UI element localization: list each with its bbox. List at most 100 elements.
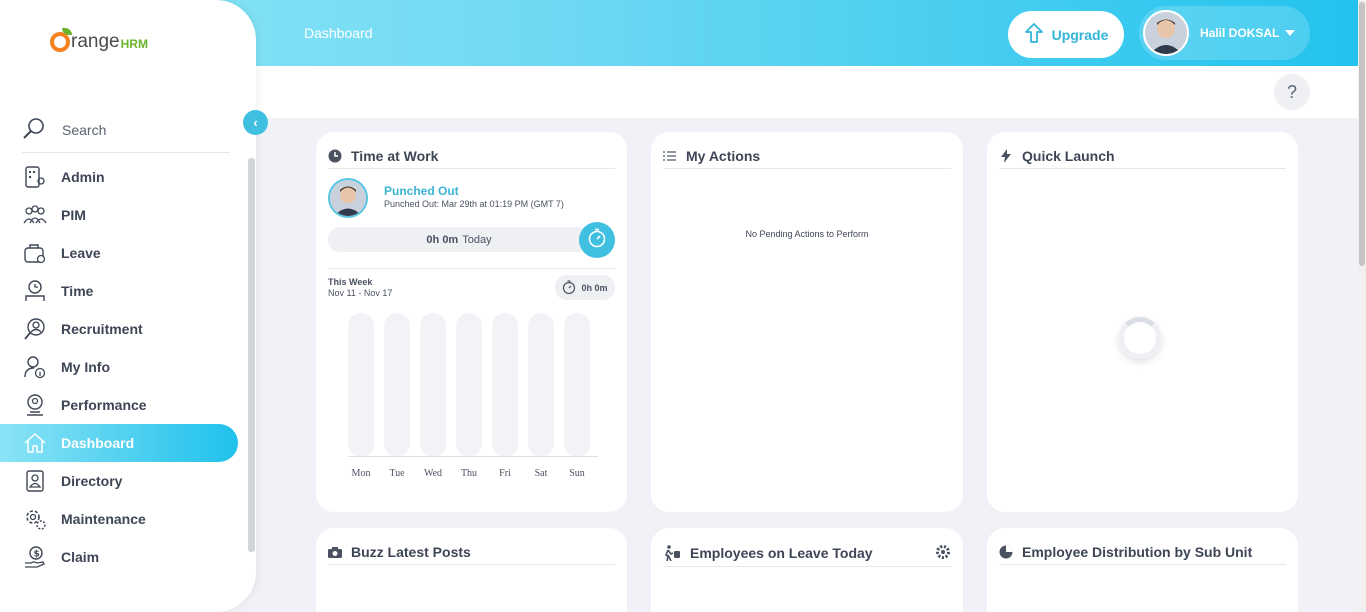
day-label: Mon	[351, 468, 371, 479]
sidebar-item-label: Performance	[61, 397, 147, 413]
logo-text: range	[71, 31, 120, 52]
sidebar-item-label: Directory	[61, 473, 123, 489]
lightning-icon	[999, 149, 1013, 163]
help-button[interactable]: ?	[1274, 74, 1310, 110]
sidebar-item-label: Maintenance	[61, 511, 146, 527]
day-bar	[492, 313, 518, 457]
card-header: Quick Launch	[999, 144, 1286, 169]
pim-icon	[22, 202, 48, 228]
sidebar-item-label: Dashboard	[61, 435, 135, 451]
day-label: Sun	[569, 468, 585, 479]
day-label: Sat	[534, 468, 548, 479]
page-scrollbar[interactable]	[1358, 0, 1366, 612]
page-scrollbar-thumb[interactable]	[1359, 2, 1365, 266]
search-label: Search	[62, 122, 107, 138]
day-bar	[348, 313, 374, 457]
sidebar-item-label: Claim	[61, 549, 100, 565]
user-name: Halil DOKSAL	[1200, 26, 1280, 40]
my-info-icon	[22, 354, 48, 380]
sidebar-scrollbar-thumb[interactable]	[248, 158, 255, 552]
orangehrm-logo: range HRM	[50, 28, 148, 52]
card-title: Employee Distribution by Sub Unit	[1022, 544, 1253, 560]
day-labels: Mon Tue Wed Thu Fri Sat Sun	[348, 468, 590, 479]
punch-in-button[interactable]	[579, 222, 615, 258]
recruitment-icon	[22, 316, 48, 342]
stopwatch-icon	[587, 228, 607, 253]
day-bar	[420, 313, 446, 457]
logo-brand: HRM	[120, 37, 148, 51]
admin-icon	[22, 164, 48, 190]
day-label: Tue	[389, 468, 405, 479]
weekly-bar-chart	[348, 313, 590, 457]
leave-icon	[22, 240, 48, 266]
today-total-bar: 0h 0m Today	[328, 227, 590, 252]
day-label: Thu	[460, 468, 478, 479]
sidebar-scrollbar[interactable]	[248, 158, 255, 552]
sidebar-item-directory[interactable]: Directory	[0, 462, 240, 500]
sidebar-item-my-info[interactable]: My Info	[0, 348, 240, 386]
card-header: Time at Work	[328, 144, 615, 169]
sidebar-item-performance[interactable]: Performance	[0, 386, 240, 424]
sidebar-item-time[interactable]: Time	[0, 272, 240, 310]
sidebar-search[interactable]: Search	[22, 108, 230, 153]
chart-baseline	[348, 456, 598, 457]
day-bar	[456, 313, 482, 457]
card-header: Employees on Leave Today	[663, 540, 951, 567]
avatar	[328, 178, 368, 218]
card-title: Employees on Leave Today	[690, 545, 873, 561]
sidebar-item-label: PIM	[61, 207, 86, 223]
sidebar-item-leave[interactable]: Leave	[0, 234, 240, 272]
week-label: This Week	[328, 277, 373, 287]
chevron-down-icon	[1285, 30, 1296, 36]
page-title: Dashboard	[304, 25, 373, 41]
clock-icon	[328, 149, 342, 163]
sidebar-item-label: Leave	[61, 245, 101, 261]
card-title: My Actions	[686, 148, 761, 164]
day-bar	[384, 313, 410, 457]
sidebar-item-label: Time	[61, 283, 94, 299]
empty-state-text: No Pending Actions to Perform	[745, 229, 869, 239]
user-dropdown[interactable]: Halil DOKSAL	[1139, 6, 1310, 60]
sub-header-bar	[256, 66, 1358, 118]
sidebar-item-label: Admin	[61, 169, 105, 185]
sidebar-item-maintenance[interactable]: Maintenance	[0, 500, 240, 538]
card-title: Quick Launch	[1022, 148, 1115, 164]
chevron-left-icon: ‹	[253, 115, 258, 130]
buzz-latest-posts-card: Buzz Latest Posts	[316, 528, 627, 612]
today-label: Today	[462, 233, 492, 246]
my-actions-card: My Actions No Pending Actions to Perform	[651, 132, 963, 512]
card-title: Buzz Latest Posts	[351, 544, 471, 560]
punch-status: Punched Out	[384, 184, 459, 198]
svg-text:$: $	[34, 550, 40, 560]
day-label: Fri	[499, 468, 511, 479]
today-value: 0h 0m	[426, 233, 459, 246]
upgrade-label: Upgrade	[1051, 26, 1109, 43]
week-total: 0h 0m	[581, 282, 608, 293]
claim-icon: $	[22, 544, 48, 570]
employee-distribution-card: Employee Distribution by Sub Unit	[987, 528, 1298, 612]
sidebar: range HRM Search Admin PIM Leave Time Re…	[0, 0, 256, 612]
walking-person-icon	[663, 545, 681, 561]
sidebar-item-pim[interactable]: PIM	[0, 196, 240, 234]
day-label: Wed	[423, 468, 443, 479]
sidebar-item-label: My Info	[61, 359, 110, 375]
card-header: Employee Distribution by Sub Unit	[999, 540, 1286, 565]
sidebar-item-recruitment[interactable]: Recruitment	[0, 310, 240, 348]
punch-status-detail: Punched Out: Mar 29th at 01:19 PM (GMT 7…	[384, 199, 564, 209]
gear-icon[interactable]	[935, 544, 951, 563]
day-bar	[564, 313, 590, 457]
upgrade-arrow-icon	[1024, 22, 1044, 47]
week-range: Nov 11 - Nov 17	[328, 288, 393, 298]
sidebar-item-dashboard[interactable]: Dashboard	[0, 424, 238, 462]
sidebar-item-admin[interactable]: Admin	[0, 158, 240, 196]
home-icon	[22, 430, 48, 456]
directory-icon	[22, 468, 48, 494]
card-header: My Actions	[663, 144, 951, 169]
divider	[328, 268, 615, 269]
card-header: Buzz Latest Posts	[328, 540, 615, 565]
collapse-sidebar-button[interactable]: ‹	[243, 110, 268, 135]
camera-icon	[328, 545, 342, 559]
upgrade-button[interactable]: Upgrade	[1008, 11, 1124, 58]
sidebar-item-claim[interactable]: $ Claim	[0, 538, 240, 576]
performance-icon	[22, 392, 48, 418]
